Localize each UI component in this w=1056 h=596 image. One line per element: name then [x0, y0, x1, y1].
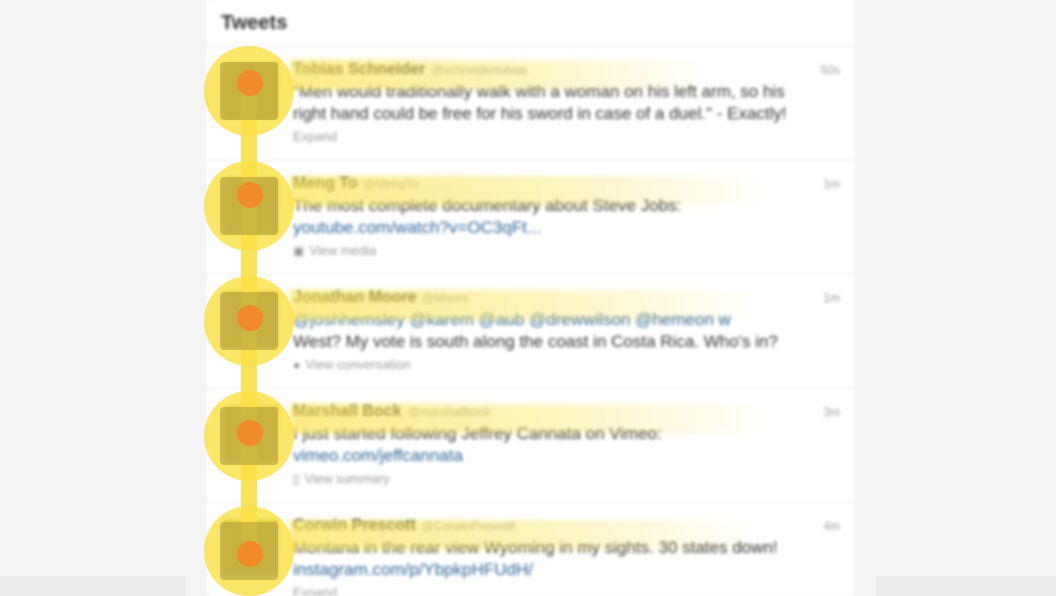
- tweet-timestamp[interactable]: 1m: [823, 177, 840, 191]
- tweet-item[interactable]: Marshall Bock @marshallbock 3m I just st…: [207, 389, 854, 503]
- conversation-icon: ●: [293, 357, 301, 372]
- tweets-panel: Tweets Tobias Schneider @schneidertobias…: [207, 0, 854, 596]
- panel-header: Tweets: [207, 0, 854, 47]
- tweet-text: Montana in the rear view Wyoming in my s…: [293, 537, 840, 581]
- tweet-view-conversation-link[interactable]: ● View conversation: [293, 357, 840, 372]
- tweet-text: The most complete documentary about Stev…: [293, 195, 840, 239]
- tweet-author-name[interactable]: Jonathan Moore: [293, 289, 417, 307]
- tweet-view-summary-link[interactable]: ▯ View summary: [293, 471, 840, 486]
- tweet-timestamp[interactable]: 3m: [823, 405, 840, 419]
- tweet-mentions[interactable]: @joshhemsley @karem @aub @drewwilson @he…: [293, 309, 840, 331]
- summary-icon: ▯: [293, 471, 300, 486]
- tweet-author-name[interactable]: Corwin Prescott: [293, 517, 416, 535]
- tweet-author-handle[interactable]: @marshallbock: [407, 405, 490, 419]
- tweet-timestamp[interactable]: 4m: [823, 519, 840, 533]
- tweet-author-name[interactable]: Tobias Schneider: [293, 61, 425, 79]
- tweet-author-handle[interactable]: @MengTo: [364, 177, 419, 191]
- avatar[interactable]: [223, 519, 279, 575]
- tweet-expand-link[interactable]: Expand: [293, 129, 840, 144]
- tweet-timestamp[interactable]: 50s: [821, 63, 840, 77]
- tweet-expand-link[interactable]: Expand: [293, 585, 840, 596]
- avatar[interactable]: [223, 291, 279, 347]
- tweet-author-name[interactable]: Marshall Bock: [293, 403, 401, 421]
- bottom-bar-right: [876, 576, 1056, 596]
- avatar[interactable]: [223, 177, 279, 233]
- tweet-item[interactable]: Jonathan Moore @Moore 1m @joshhemsley @k…: [207, 275, 854, 389]
- tweet-item[interactable]: Corwin Prescott @CorwinPrescott 4m Monta…: [207, 503, 854, 596]
- tweet-link[interactable]: instagram.com/p/YbpkpHFUdH/: [293, 559, 840, 581]
- avatar[interactable]: [223, 405, 279, 461]
- tweet-author-name[interactable]: Meng To: [293, 175, 358, 193]
- tweet-link[interactable]: vimeo.com/jeffcannata: [293, 445, 840, 467]
- tweet-text: @joshhemsley @karem @aub @drewwilson @he…: [293, 309, 840, 353]
- media-icon: ▣: [293, 243, 305, 258]
- tweet-item[interactable]: Tobias Schneider @schneidertobias 50s "M…: [207, 47, 854, 161]
- bottom-bar-left: [0, 576, 186, 596]
- tweet-author-handle[interactable]: @schneidertobias: [431, 63, 527, 77]
- tweet-timestamp[interactable]: 1m: [823, 291, 840, 305]
- tweet-link[interactable]: youtube.com/watch?v=OC3qFt...: [293, 217, 840, 239]
- tweet-text: "Men would traditionally walk with a wom…: [293, 82, 787, 123]
- page-title: Tweets: [221, 11, 288, 34]
- avatar[interactable]: [223, 63, 279, 119]
- tweet-author-handle[interactable]: @Moore: [423, 291, 469, 305]
- tweet-view-media-link[interactable]: ▣ View media: [293, 243, 840, 258]
- tweet-text: I just started following Jeffrey Cannata…: [293, 423, 840, 467]
- tweet-author-handle[interactable]: @CorwinPrescott: [422, 519, 516, 533]
- tweet-item[interactable]: Meng To @MengTo 1m The most complete doc…: [207, 161, 854, 275]
